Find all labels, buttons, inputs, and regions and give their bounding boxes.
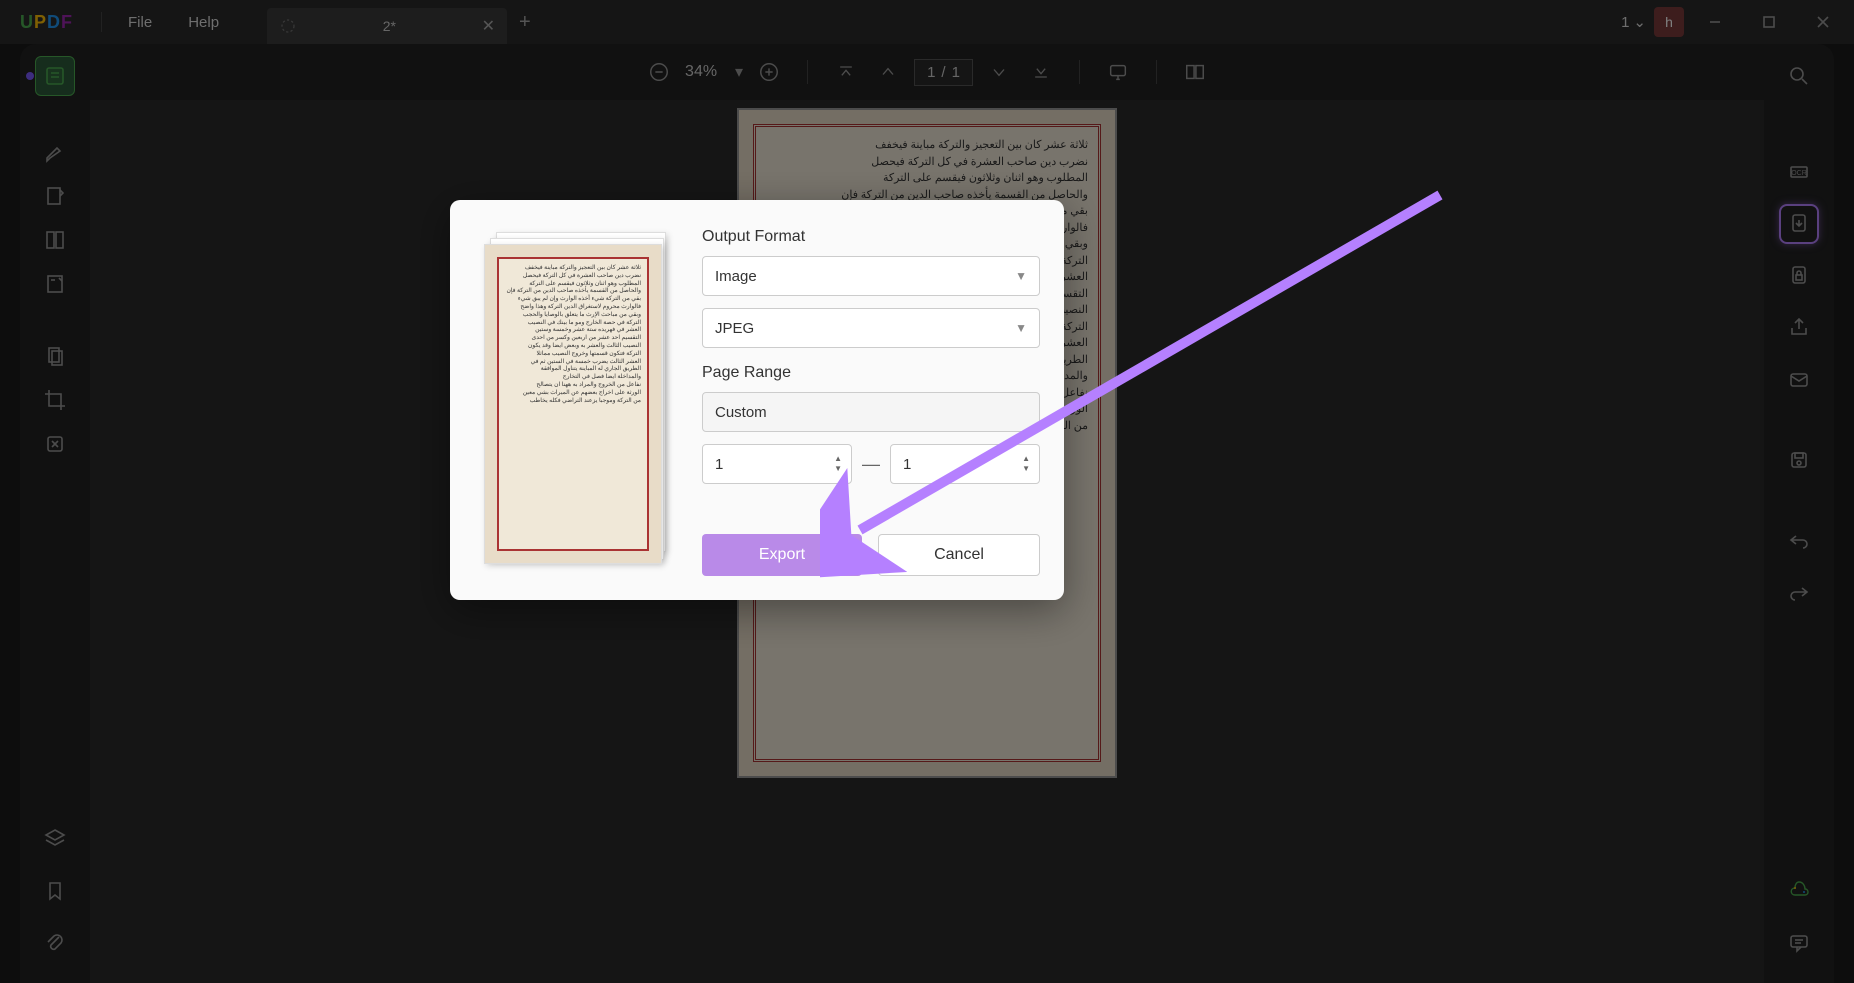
range-row: 1 ▲ ▼ — 1 ▲ ▼ bbox=[702, 444, 1040, 484]
dialog-form: Output Format Image ▼ JPEG ▼ Page Range … bbox=[674, 224, 1040, 576]
format-value: Image bbox=[715, 268, 757, 285]
spinner-down-icon[interactable]: ▼ bbox=[833, 464, 843, 474]
range-to-value: 1 bbox=[903, 456, 911, 473]
subformat-select[interactable]: JPEG ▼ bbox=[702, 308, 1040, 348]
subformat-value: JPEG bbox=[715, 320, 754, 337]
spinner-up-icon[interactable]: ▲ bbox=[833, 454, 843, 464]
preview-content: ثلاثة عشر كان بين التعجيز والتركة مباينة… bbox=[497, 257, 649, 551]
chevron-down-icon: ▼ bbox=[1015, 269, 1027, 283]
range-to-input[interactable]: 1 ▲ ▼ bbox=[890, 444, 1040, 484]
export-confirm-button[interactable]: Export bbox=[702, 534, 862, 576]
output-format-label: Output Format bbox=[702, 228, 1040, 246]
format-select[interactable]: Image ▼ bbox=[702, 256, 1040, 296]
range-mode-select[interactable]: Custom bbox=[702, 392, 1040, 432]
dialog-buttons: Export Cancel bbox=[702, 534, 1040, 576]
range-dash: — bbox=[862, 454, 880, 475]
range-mode-value: Custom bbox=[715, 404, 767, 421]
range-from-value: 1 bbox=[715, 456, 723, 473]
dialog-preview: ثلاثة عشر كان بين التعجيز والتركة مباينة… bbox=[474, 224, 674, 576]
preview-page-front: ثلاثة عشر كان بين التعجيز والتركة مباينة… bbox=[484, 244, 662, 564]
range-from-input[interactable]: 1 ▲ ▼ bbox=[702, 444, 852, 484]
export-dialog: ثلاثة عشر كان بين التعجيز والتركة مباينة… bbox=[450, 200, 1064, 600]
spinner-down-icon[interactable]: ▼ bbox=[1021, 464, 1031, 474]
page-range-label: Page Range bbox=[702, 364, 1040, 382]
spinner-up-icon[interactable]: ▲ bbox=[1021, 454, 1031, 464]
chevron-down-icon: ▼ bbox=[1015, 321, 1027, 335]
cancel-button[interactable]: Cancel bbox=[878, 534, 1040, 576]
